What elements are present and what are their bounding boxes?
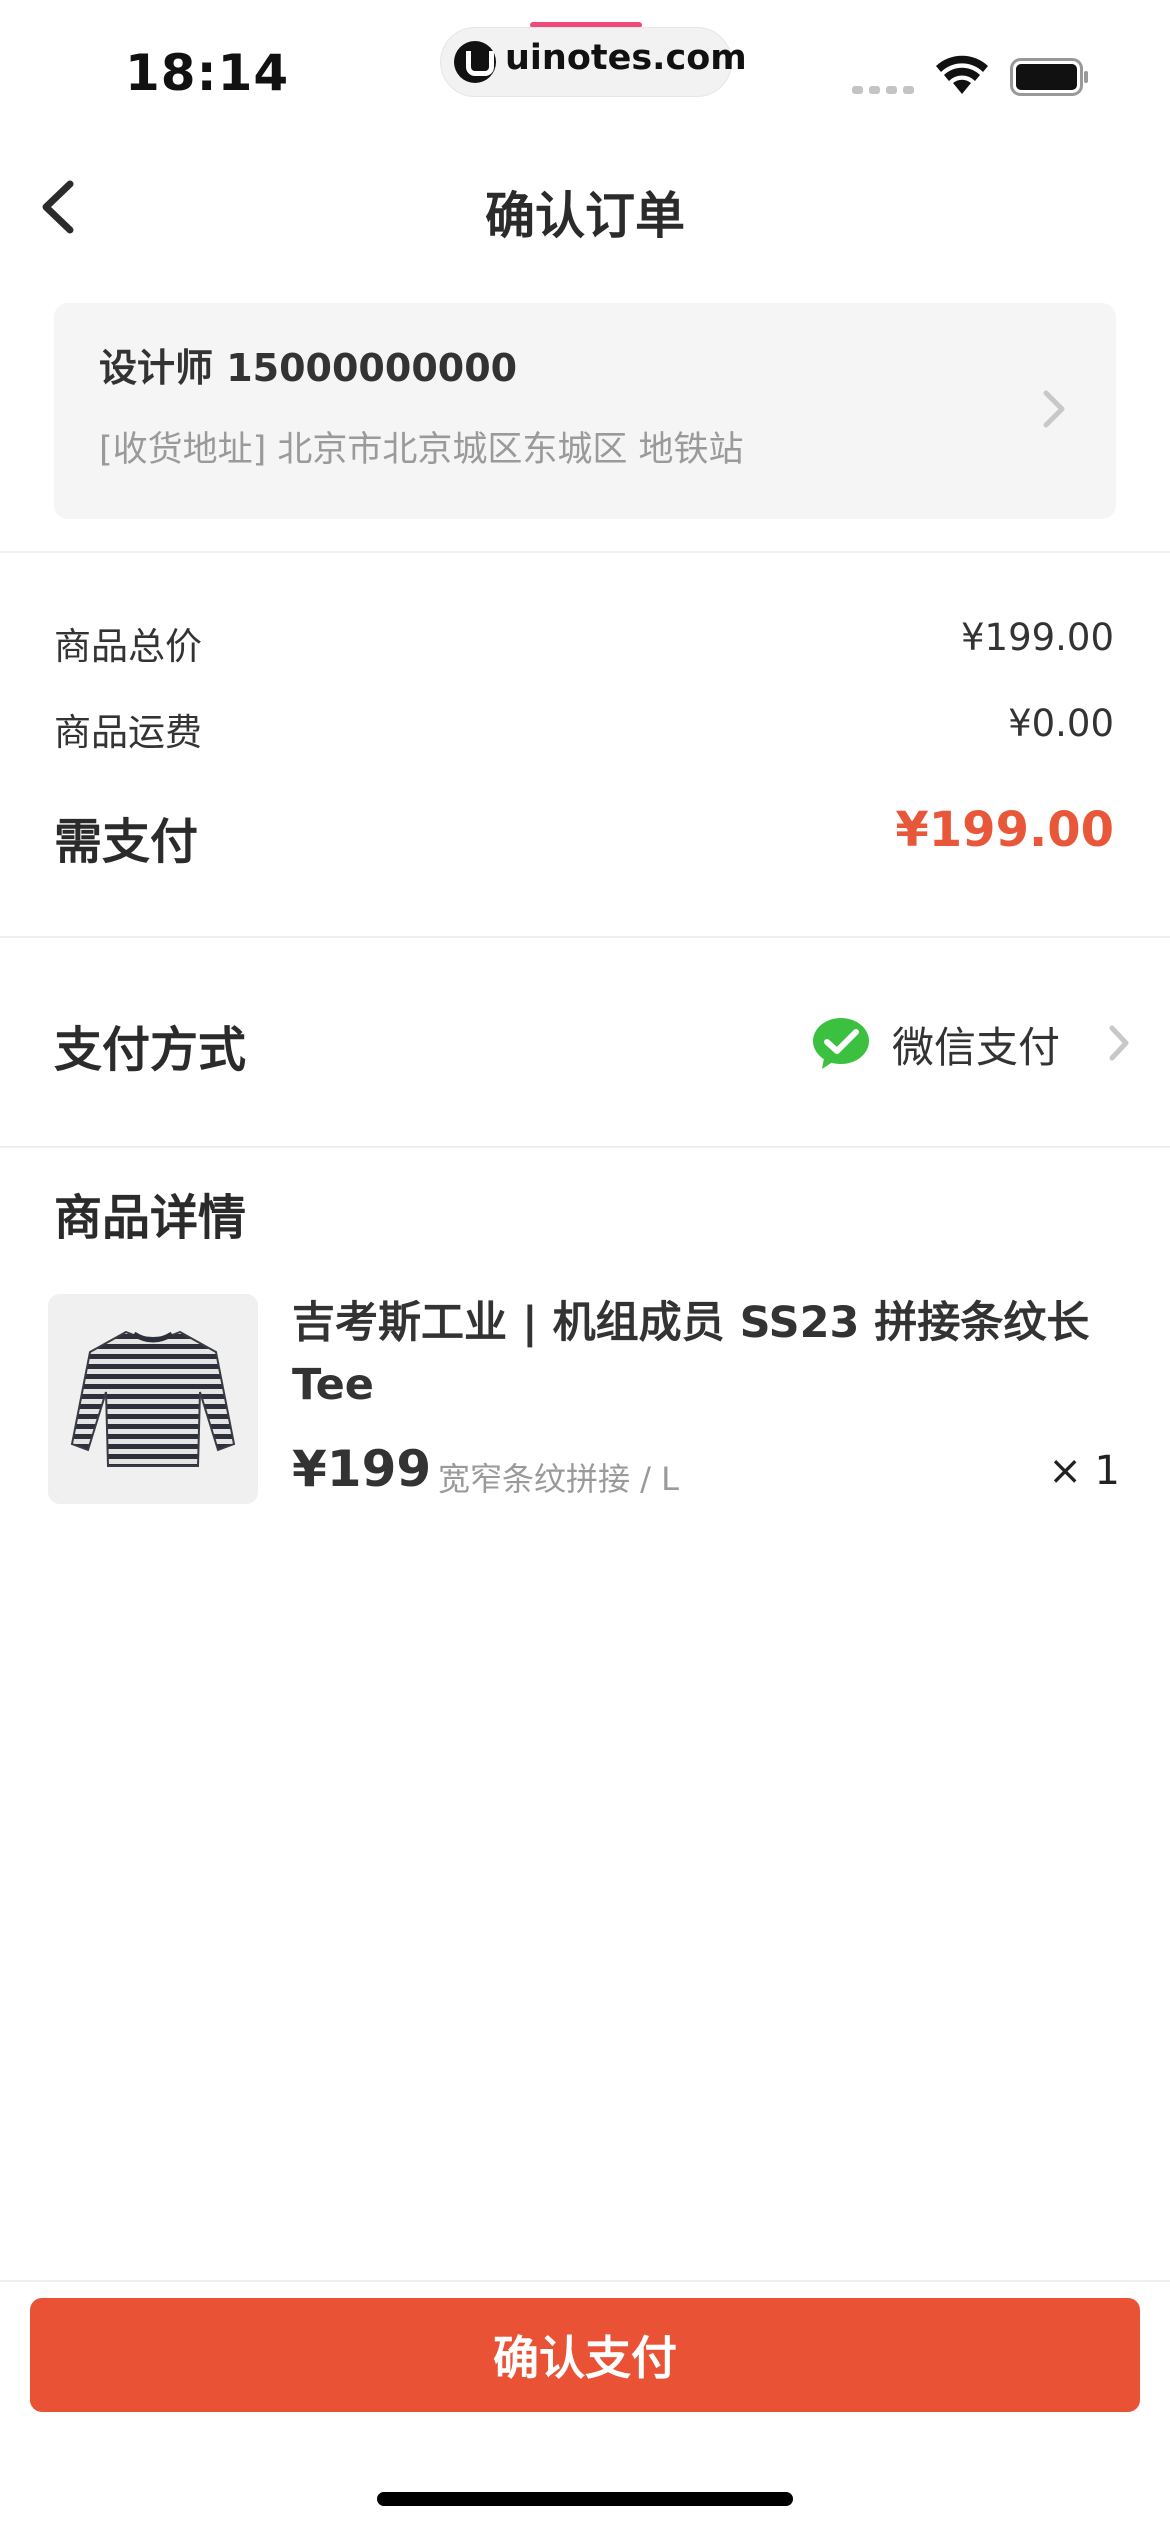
address-card[interactable]: 设计师 15000000000 [收货地址] 北京市北京城区东城区 地铁站 [54, 303, 1116, 519]
total-value: ¥199.00 [895, 802, 1114, 858]
product-quantity: × 1 [1048, 1448, 1120, 1494]
striped-shirt-image [70, 1330, 236, 1467]
subtotal-label: 商品总价 [54, 625, 202, 668]
product-price: ¥199 [292, 1440, 432, 1498]
shipping-label: 商品运费 [54, 711, 202, 754]
confirm-pay-button[interactable]: 确认支付 [30, 2298, 1140, 2412]
wechat-pay-icon [813, 1018, 869, 1069]
footer-divider [0, 2280, 1170, 2282]
chevron-right-icon [1109, 1025, 1129, 1061]
watermark-text: uinotes.com [505, 38, 747, 78]
product-title: 吉考斯工业 | 机组成员 SS23 拼接条纹长Tee [292, 1298, 1090, 1410]
address-detail: [收货地址] 北京市北京城区东城区 地铁站 [99, 430, 744, 470]
battery-icon [1010, 58, 1088, 96]
cellular-signal-icon [852, 86, 914, 94]
chevron-right-icon [1043, 390, 1065, 428]
product-spec: 宽窄条纹拼接 / L [438, 1460, 679, 1498]
shipping-value: ¥0.00 [1008, 702, 1114, 745]
home-indicator [377, 2492, 793, 2506]
status-time: 18:14 [125, 44, 290, 102]
address-recipient: 设计师 15000000000 [99, 346, 518, 390]
page-title: 确认订单 [485, 187, 685, 245]
product-section-title: 商品详情 [54, 1190, 247, 1246]
payment-method-label: 支付方式 [54, 1022, 247, 1078]
total-label: 需支付 [54, 814, 199, 870]
payment-method-value: 微信支付 [892, 1023, 1061, 1072]
divider [0, 551, 1170, 553]
status-bar: 18:14 uinotes.com [0, 0, 1170, 130]
divider [0, 1146, 1170, 1148]
wifi-icon [936, 55, 988, 94]
product-image [48, 1294, 258, 1504]
watermark-logo-icon [454, 41, 496, 83]
subtotal-value: ¥199.00 [960, 616, 1114, 659]
divider [0, 936, 1170, 938]
